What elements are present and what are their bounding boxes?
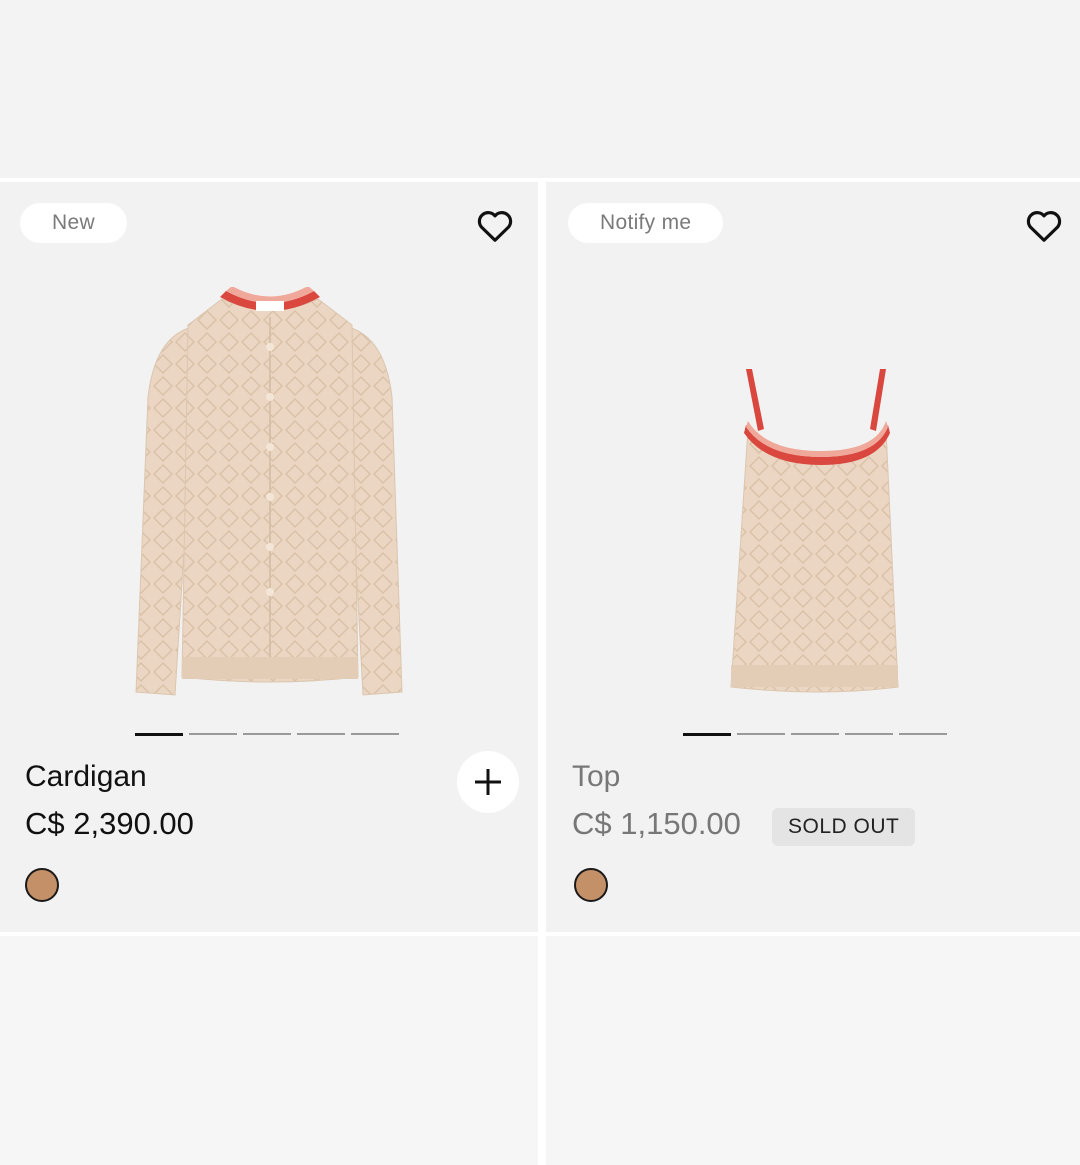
image-pagination xyxy=(683,733,947,736)
page-indicator[interactable] xyxy=(243,733,291,735)
color-swatch[interactable] xyxy=(574,868,608,902)
sold-out-badge: SOLD OUT xyxy=(772,808,916,846)
page-indicator-active[interactable] xyxy=(135,733,183,736)
page-indicator[interactable] xyxy=(297,733,345,735)
page-indicator[interactable] xyxy=(845,733,893,735)
heart-outline-icon[interactable] xyxy=(1025,208,1063,244)
product-card-next-left[interactable] xyxy=(0,936,538,1165)
page-indicator[interactable] xyxy=(737,733,785,735)
product-card-next-right[interactable] xyxy=(546,936,1080,1165)
page-indicator[interactable] xyxy=(899,733,947,735)
product-card-top[interactable]: Notify me Top C$ 1,150.00 SOLD OUT xyxy=(546,182,1080,932)
product-card-cardigan[interactable]: New Cardigan C$ 2,390.00 xyxy=(0,182,538,932)
product-price: C$ 1,150.00 xyxy=(572,806,741,841)
page-indicator[interactable] xyxy=(189,733,237,735)
page-indicator-active[interactable] xyxy=(683,733,731,736)
new-badge: New xyxy=(20,203,127,243)
cardigan-image[interactable] xyxy=(130,287,410,707)
image-pagination xyxy=(135,733,399,736)
add-to-bag-button[interactable] xyxy=(457,751,519,813)
plus-icon xyxy=(475,769,501,795)
top-blank-area xyxy=(0,0,1080,178)
product-price: C$ 2,390.00 xyxy=(25,806,194,841)
heart-outline-icon[interactable] xyxy=(476,208,514,244)
product-name[interactable]: Cardigan xyxy=(25,760,147,794)
top-image[interactable] xyxy=(726,367,916,697)
page-indicator[interactable] xyxy=(791,733,839,735)
color-swatch[interactable] xyxy=(25,868,59,902)
brand-label xyxy=(256,301,284,311)
page-indicator[interactable] xyxy=(351,733,399,735)
column-divider xyxy=(538,178,546,1165)
notify-me-badge[interactable]: Notify me xyxy=(568,203,724,243)
product-name[interactable]: Top xyxy=(572,760,620,794)
